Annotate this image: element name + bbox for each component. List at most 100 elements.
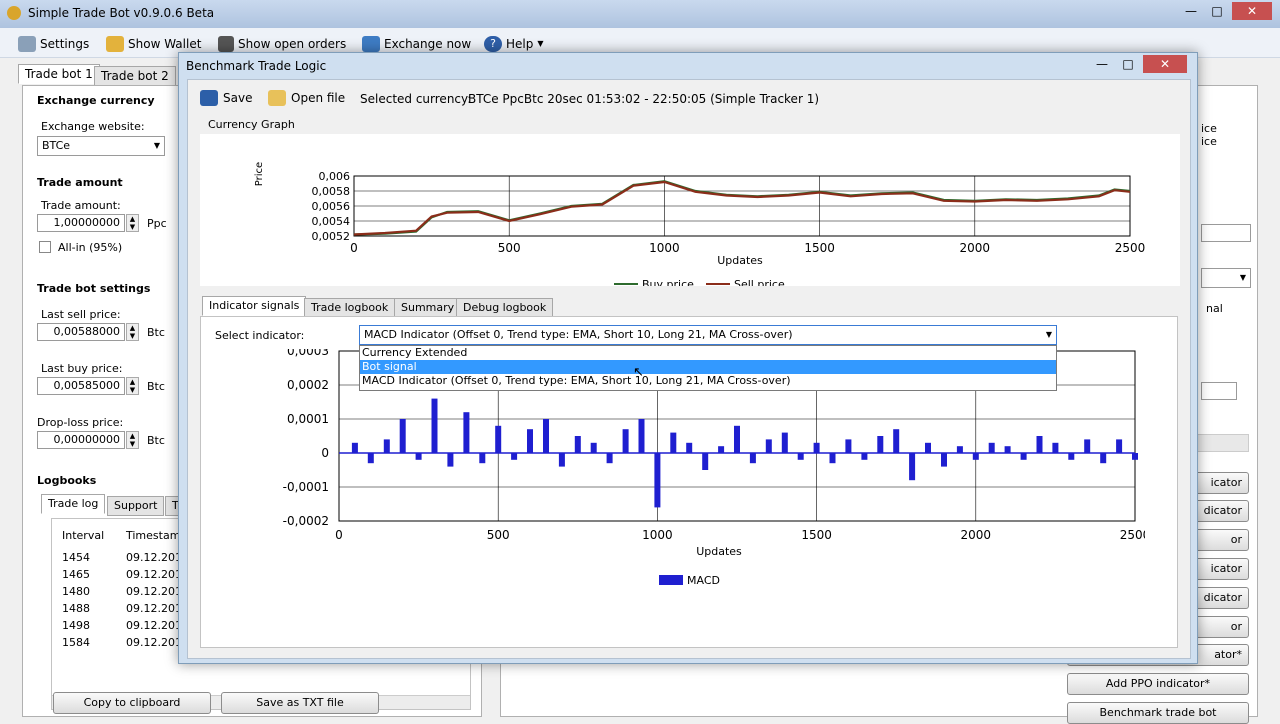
tab-trade-log[interactable]: Trade log [41,494,106,514]
macd-bar [558,453,565,467]
trade-amount-unit: Ppc [147,217,167,230]
last-sell-input[interactable]: 0,00588000 [37,323,125,341]
x-tick-label: 500 [498,241,521,255]
right-input[interactable] [1201,224,1251,242]
table-cell: 09.12.201 [126,568,182,581]
macd-bar [1084,439,1091,453]
close-button[interactable]: ✕ [1232,2,1272,20]
dropdown-option-macd[interactable]: MACD Indicator (Offset 0, Trend type: EM… [360,374,1056,388]
macd-bar [909,453,916,481]
macd-bar [797,453,804,460]
coins-icon [106,36,124,52]
dialog-content: Save Open file Selected currency: BTCe P… [187,79,1191,659]
show-open-orders-menu[interactable]: Show open orders [218,34,346,54]
orders-icon [218,36,234,52]
benchmark-trade-bot-button[interactable]: Benchmark trade bot [1067,702,1249,724]
trade-amount-title: Trade amount [37,176,123,189]
right-input[interactable] [1201,382,1237,400]
macd-bar [654,453,661,508]
benchmark-dialog: Benchmark Trade Logic — □ ✕ Save Open fi… [178,52,1198,664]
y-tick-label: -0,0002 [283,514,329,528]
save-as-txt-button[interactable]: Save as TXT file [221,692,379,714]
indicator-select[interactable]: MACD Indicator (Offset 0, Trend type: EM… [359,325,1057,345]
dropdown-option-currency-extended[interactable]: Currency Extended [360,346,1056,360]
y-tick-label: 0,0052 [312,230,351,243]
macd-bar [988,442,995,453]
show-wallet-label: Show Wallet [128,37,202,51]
open-file-button[interactable]: Open file [268,88,345,108]
macd-bar [765,439,772,453]
all-in-checkbox[interactable] [39,241,51,253]
tab-support[interactable]: Support [107,496,165,516]
macd-bar [383,439,390,453]
macd-bar [1116,439,1123,453]
last-sell-stepper[interactable]: ▲ ▼ [126,323,139,341]
minimize-button[interactable]: — [1178,2,1204,20]
currency-graph-chart: 0 500 1000 1500 2000 2500 0,0052 0,0054 0,0056 0… [200,134,1180,286]
show-wallet-menu[interactable]: Show Wallet [106,34,201,54]
y-tick-label: 0 [321,446,329,460]
x-tick-label: 2000 [960,241,991,255]
x-tick-label: 1000 [649,241,680,255]
table-cell: 09.12.201 [126,636,182,649]
macd-bar [527,429,533,453]
dialog-minimize-button[interactable]: — [1089,55,1115,73]
macd-x-axis-label: Updates [696,545,742,558]
folder-icon [268,90,286,106]
table-cell: 09.12.201 [126,551,182,564]
drop-loss-stepper[interactable]: ▲ ▼ [126,431,139,449]
tab-debug-logbook[interactable]: Debug logbook [456,298,554,318]
tab-trade-bot-1[interactable]: Trade bot 1 [18,64,100,84]
macd-bar [686,442,693,453]
tab-trade-bot-2[interactable]: Trade bot 2 [94,66,176,86]
macd-bar [734,425,740,453]
macd-bar [1132,453,1138,460]
dialog-close-button[interactable]: ✕ [1143,55,1187,73]
trade-amount-stepper[interactable]: ▲ ▼ [126,214,139,232]
exchange-icon [362,36,380,52]
macd-bar [638,419,645,453]
x-tick-label: 2500 [1120,528,1145,542]
macd-bar [431,398,438,453]
interval-header: Interval [62,529,105,542]
dropdown-option-bot-signal[interactable]: Bot signal [360,360,1056,374]
table-cell: 09.12.201 [126,602,182,615]
trade-amount-input[interactable]: 1,00000000 [37,214,125,232]
copy-to-clipboard-button[interactable]: Copy to clipboard [53,692,211,714]
right-select[interactable]: ▼ [1201,268,1251,288]
last-buy-unit: Btc [147,380,165,393]
wrench-icon [18,36,36,52]
tab-summary[interactable]: Summary [394,298,462,318]
y-tick-label: 0,0003 [287,349,329,358]
table-row: 1488 [62,602,90,615]
table-cell: 09.12.201 [126,619,182,632]
x-tick-label: 2000 [961,528,992,542]
macd-bar [367,453,374,464]
tab-indicator-signals[interactable]: Indicator signals [202,296,307,316]
exchange-website-select[interactable]: BTCe ▼ [37,136,165,156]
chevron-down-icon: ▼ [1239,273,1246,282]
macd-bar [718,446,725,453]
macd-bar [590,442,597,453]
maximize-button[interactable]: □ [1204,2,1230,20]
table-row: 1454 [62,551,90,564]
last-buy-stepper[interactable]: ▲ ▼ [126,377,139,395]
drop-loss-unit: Btc [147,434,165,447]
settings-label: Settings [40,37,90,51]
tab-trade-logbook[interactable]: Trade logbook [304,298,396,318]
help-menu[interactable]: ? Help ▼ [484,34,544,54]
dialog-maximize-button[interactable]: □ [1115,55,1141,73]
macd-bar [622,429,629,453]
add-ppo-indicator-button[interactable]: Add PPO indicator* [1067,673,1249,695]
exchange-now-menu[interactable]: Exchange now [362,34,471,54]
macd-bar [893,429,900,453]
y-tick-label: 0,0058 [312,185,351,198]
exchange-website-label: Exchange website: [41,120,145,133]
last-buy-input[interactable]: 0,00585000 [37,377,125,395]
chevron-down-icon: ▼ [537,39,544,48]
drop-loss-input[interactable]: 0,00000000 [37,431,125,449]
save-button[interactable]: Save [200,88,252,108]
settings-menu[interactable]: Settings [18,34,89,54]
app-title: Simple Trade Bot v0.9.0.6 Beta [28,6,215,20]
show-open-orders-label: Show open orders [238,37,347,51]
